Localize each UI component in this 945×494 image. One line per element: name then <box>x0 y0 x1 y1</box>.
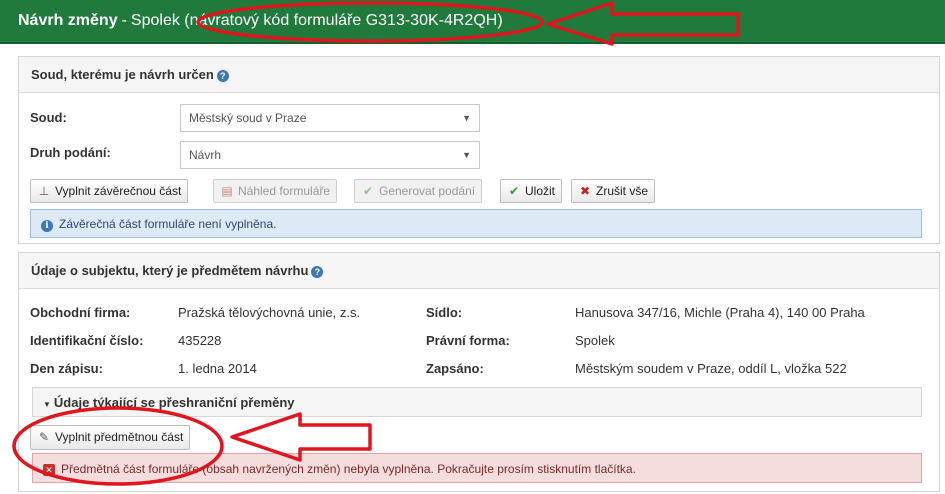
page-title: Návrh změny <box>18 12 118 29</box>
firm-value: Pražská tělovýchovná unie, z.s. <box>178 305 361 320</box>
dropdown-caret-icon: ▼ <box>462 150 471 160</box>
final-part-info-text: Závěrečná část formuláře není vyplněna. <box>59 217 277 231</box>
info-icon: i <box>41 220 53 232</box>
page-header: Návrh změny - Spolek (návratový kód formul… <box>0 0 945 44</box>
save-label: Uložit <box>525 184 556 198</box>
subject-panel: Údaje o subjektu, který je předmětem náv… <box>18 252 940 492</box>
form-preview-label: Náhled formuláře <box>238 184 331 198</box>
registered-by-value: Městským soudem v Praze, oddíl L, vložka… <box>575 361 847 376</box>
court-label: Soud: <box>30 110 67 125</box>
id-number-value: 435228 <box>178 333 222 348</box>
subject-part-warning-text: Předmětná část formuláře (obsah navržený… <box>61 462 636 476</box>
firm-label: Obchodní firma: <box>30 305 131 320</box>
help-icon[interactable]: ? <box>311 266 324 278</box>
check-icon: ✔ <box>508 184 520 198</box>
legal-form-value: Spolek <box>575 333 615 348</box>
court-select-value: Městský soud v Praze <box>189 111 307 125</box>
generate-filing-button[interactable]: ✔ Generovat podání <box>354 179 483 203</box>
id-number-label: Identifikační číslo: <box>30 333 144 348</box>
title-separator: - <box>121 12 127 29</box>
close-icon: ✖ <box>579 184 591 198</box>
help-icon[interactable]: ? <box>216 70 229 82</box>
court-panel-heading: Soud, kterému je návrh určen? <box>19 57 939 93</box>
subject-part-warning-alert: ✕ Předmětná část formuláře (obsah navržen… <box>32 453 922 483</box>
filing-type-label: Druh podání: <box>30 145 111 160</box>
subject-panel-heading: Údaje o subjektu, který je předmětem náv… <box>19 253 939 289</box>
filing-type-select-value: Návrh <box>189 148 222 162</box>
seat-value: Hanusova 347/16, Michle (Praha 4), 140 0… <box>575 305 865 320</box>
dropdown-caret-icon: ▼ <box>462 113 471 123</box>
registered-by-label: Zapsáno: <box>426 361 484 376</box>
save-button[interactable]: ✔ Uložit <box>500 179 563 203</box>
legal-form-label: Právní forma: <box>426 333 510 348</box>
cross-border-section-toggle[interactable]: ▼ Údaje týkající se přeshraniční přeměny <box>32 387 922 417</box>
stamp-icon: ⊥ <box>38 184 50 198</box>
fill-final-part-button[interactable]: ⊥ Vyplnit závěrečnou část <box>30 179 189 203</box>
registration-date-label: Den zápisu: <box>30 361 103 376</box>
page-subtitle: Spolek (návratový kód formuláře G313-30K… <box>130 12 503 29</box>
caret-down-icon: ▼ <box>43 400 51 409</box>
cross-border-section-title: Údaje týkající se přeshraniční přeměny <box>53 395 295 410</box>
court-panel: Soud, kterému je návrh určen? Soud: Měst… <box>18 56 940 244</box>
final-part-info-alert: i Závěrečná část formuláře není vyplněna. <box>30 209 922 238</box>
fill-subject-part-button[interactable]: ✎ Vyplnit předmětnou část <box>30 425 191 450</box>
cancel-all-button[interactable]: ✖ Zrušit vše <box>571 179 656 203</box>
pdf-icon: ▤ <box>221 184 233 198</box>
form-preview-button[interactable]: ▤ Náhled formuláře <box>213 179 338 203</box>
fill-final-part-label: Vyplnit závěrečnou část <box>55 184 182 198</box>
court-select[interactable]: Městský soud v Praze ▼ <box>180 104 480 132</box>
court-panel-title: Soud, kterému je návrh určen <box>31 67 214 82</box>
pencil-icon: ✎ <box>38 430 50 444</box>
check-icon: ✔ <box>362 184 374 198</box>
fill-subject-part-label: Vyplnit předmětnou část <box>55 430 184 444</box>
registration-date-value: 1. ledna 2014 <box>178 361 257 376</box>
seat-label: Sídlo: <box>426 305 463 320</box>
subject-panel-title: Údaje o subjektu, který je předmětem náv… <box>31 263 309 278</box>
generate-filing-label: Generovat podání <box>379 184 476 198</box>
filing-type-select[interactable]: Návrh ▼ <box>180 141 480 169</box>
error-icon: ✕ <box>43 464 55 476</box>
cancel-all-label: Zrušit vše <box>596 184 649 198</box>
